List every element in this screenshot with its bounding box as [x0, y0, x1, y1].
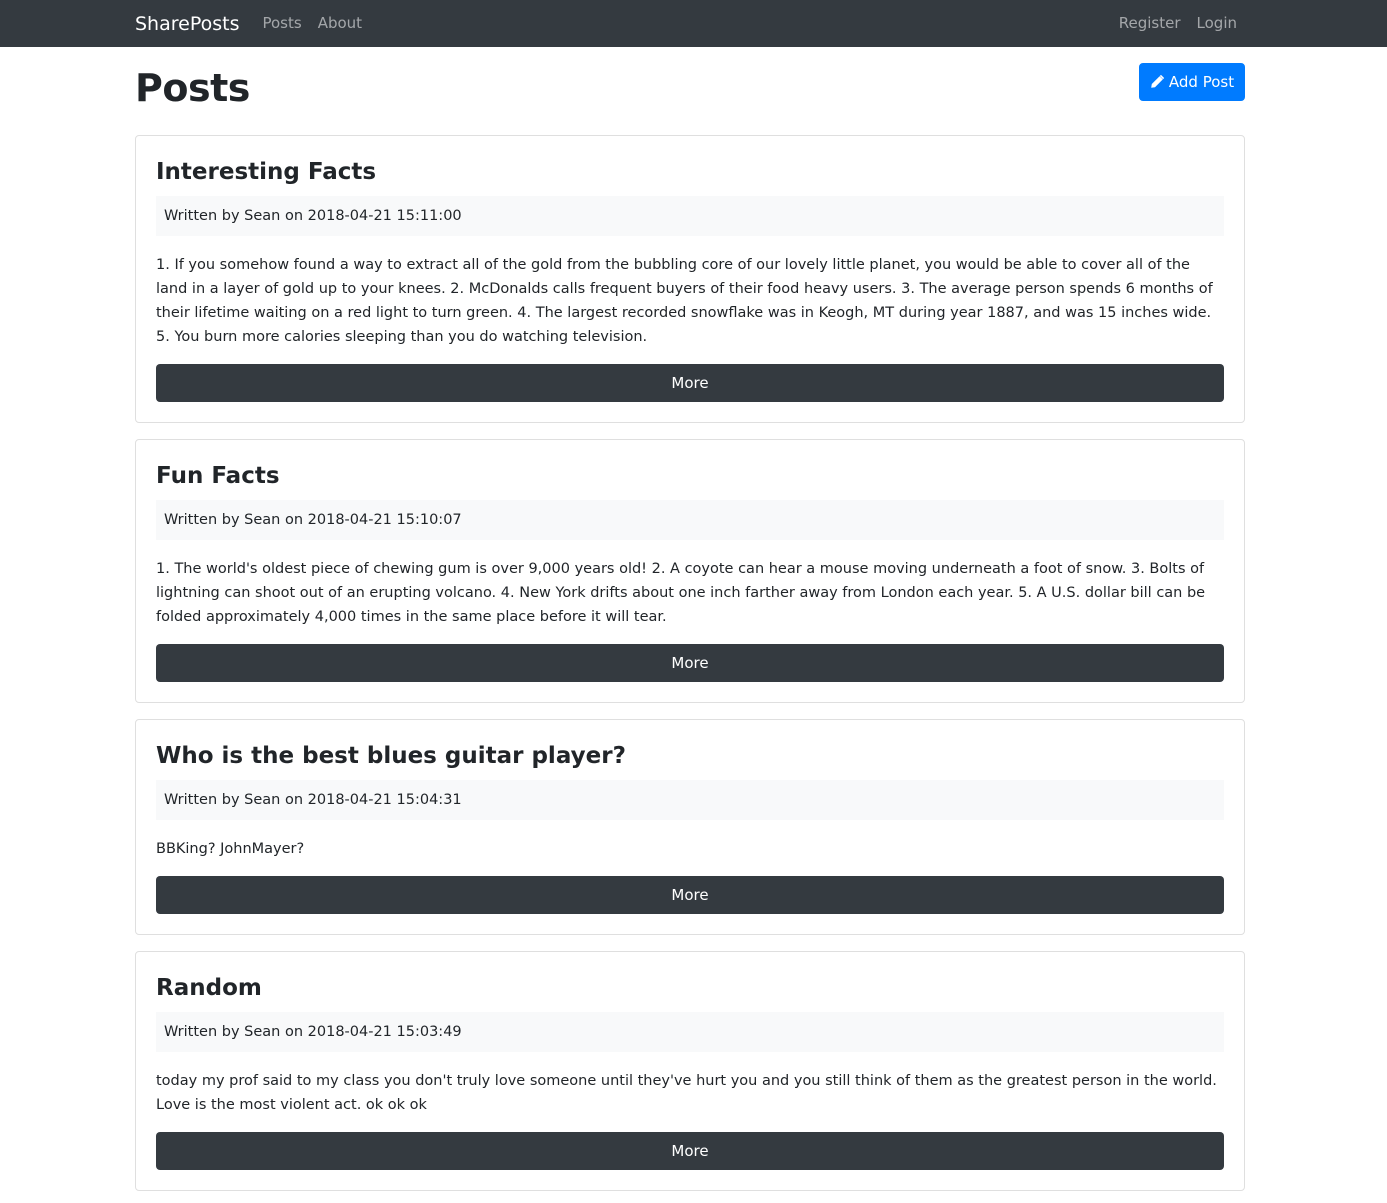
nav-link-login[interactable]: Login	[1197, 16, 1237, 31]
post-body: 1. The world's oldest piece of chewing g…	[156, 561, 1206, 625]
post-card: Random Written by Sean on 2018-04-21 15:…	[135, 951, 1245, 1191]
post-card: Interesting Facts Written by Sean on 201…	[135, 135, 1245, 423]
post-title: Interesting Facts	[156, 159, 377, 185]
nav-link-register[interactable]: Register	[1119, 16, 1181, 31]
post-meta: Written by Sean on 2018-04-21 15:03:49	[156, 1012, 1224, 1052]
more-button[interactable]: More	[156, 644, 1224, 682]
more-button[interactable]: More	[156, 876, 1224, 914]
post-title: Random	[156, 975, 262, 1001]
page-title: Posts	[135, 66, 250, 110]
page-header: Posts Add Post	[135, 47, 1245, 135]
post-body: today my prof said to my class you don't…	[156, 1073, 1217, 1113]
nav-link-posts[interactable]: Posts	[262, 16, 301, 31]
navbar: SharePosts Posts About Register Login	[0, 0, 1387, 47]
post-title: Who is the best blues guitar player?	[156, 743, 626, 769]
post-card: Who is the best blues guitar player? Wri…	[135, 719, 1245, 935]
nav-link-about[interactable]: About	[318, 16, 362, 31]
post-meta: Written by Sean on 2018-04-21 15:11:00	[156, 196, 1224, 236]
more-button[interactable]: More	[156, 364, 1224, 402]
brand-link[interactable]: SharePosts	[135, 15, 239, 34]
post-card: Fun Facts Written by Sean on 2018-04-21 …	[135, 439, 1245, 703]
add-post-label: Add Post	[1168, 73, 1235, 91]
pencil-icon	[1150, 75, 1164, 89]
more-button[interactable]: More	[156, 1132, 1224, 1170]
post-body: 1. If you somehow found a way to extract…	[156, 257, 1213, 345]
add-post-button[interactable]: Add Post	[1139, 63, 1245, 101]
post-meta: Written by Sean on 2018-04-21 15:10:07	[156, 500, 1224, 540]
navbar-inner: SharePosts Posts About Register Login	[135, 0, 1245, 47]
post-meta: Written by Sean on 2018-04-21 15:04:31	[156, 780, 1224, 820]
post-body: BBKing? JohnMayer?	[156, 841, 305, 857]
post-title: Fun Facts	[156, 463, 280, 489]
main-container: Posts Add Post Interesting Facts Written…	[135, 47, 1245, 1191]
navbar-right: Register Login	[1119, 16, 1245, 31]
